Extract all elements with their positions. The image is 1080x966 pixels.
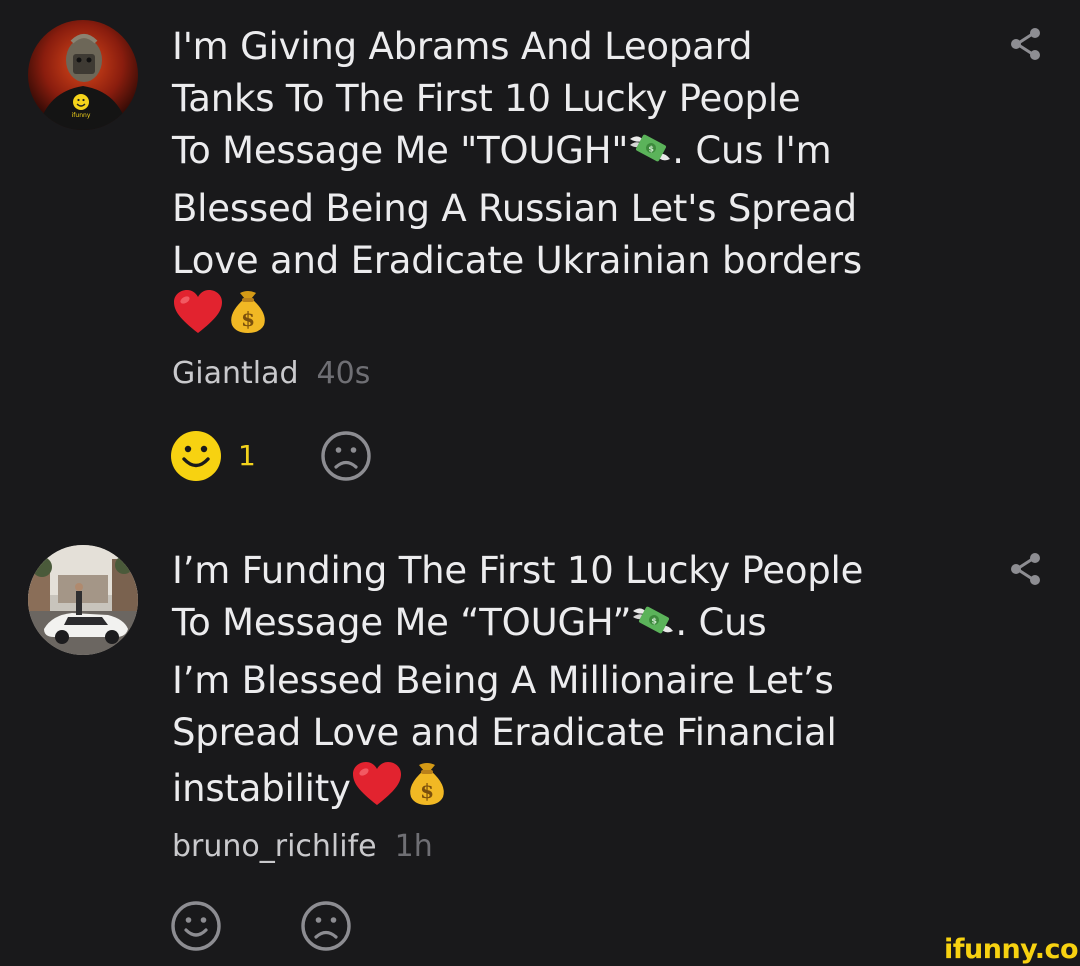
comment-line: I’m Blessed Being A Millionaire Let’s <box>172 659 834 702</box>
share-icon <box>1011 28 1040 60</box>
share-icon <box>1011 553 1040 585</box>
masked-person-avatar-icon: ifunny <box>28 20 138 130</box>
comment-meta: Giantlad 40s <box>172 356 370 392</box>
svg-text:$: $ <box>241 307 255 331</box>
smile-icon <box>171 901 221 951</box>
smile-button[interactable] <box>170 430 222 482</box>
comment-line: Spread Love and Eradicate Financial <box>172 711 837 754</box>
comment-line: I'm Giving Abrams And Leopard <box>172 25 753 68</box>
ifunny-watermark: ifunny.co <box>944 934 1079 965</box>
comment-line-part: To Message Me “TOUGH” <box>172 601 632 644</box>
comment-line: To Message Me “TOUGH” $ . Cus <box>172 597 932 655</box>
comment-line: instability $ <box>172 759 932 821</box>
avatar[interactable]: ifunny <box>28 20 138 130</box>
comment-line: Blessed Being A Russian Let's Spread <box>172 187 857 230</box>
svg-text:ifunny: ifunny <box>72 112 91 119</box>
comment-line-part: . Cus I'm <box>672 129 832 172</box>
money-bag-icon: $ <box>403 759 451 821</box>
money-with-wings-icon: $ <box>631 601 675 655</box>
unsmile-button[interactable] <box>320 430 372 482</box>
unsmile-button[interactable] <box>300 900 352 952</box>
red-heart-icon <box>351 761 403 821</box>
red-heart-icon <box>172 289 224 349</box>
smile-icon <box>171 431 221 481</box>
comment-line-part: To Message Me "TOUGH" <box>172 129 629 172</box>
comment-meta: bruno_richlife 1h <box>172 829 433 865</box>
share-button[interactable] <box>1008 26 1044 62</box>
svg-text:$: $ <box>420 779 434 803</box>
smile-button[interactable] <box>170 900 222 952</box>
timestamp: 1h <box>394 829 433 864</box>
comment-line: Tanks To The First 10 Lucky People <box>172 77 801 120</box>
comment-text: I'm Giving Abrams And Leopard Tanks To T… <box>172 21 932 343</box>
money-bag-icon: $ <box>224 287 272 349</box>
comment-line-part: instability <box>172 767 351 810</box>
avatar[interactable] <box>28 545 138 655</box>
comment-line: To Message Me "TOUGH" $ . Cus I'm <box>172 125 932 183</box>
comment-line: I’m Funding The First 10 Lucky People <box>172 549 864 592</box>
smile-count: 1 <box>238 439 256 472</box>
money-with-wings-icon: $ <box>628 129 672 183</box>
comment-line-part: . Cus <box>675 601 767 644</box>
svg-text:$: $ <box>652 617 658 626</box>
comment-text: I’m Funding The First 10 Lucky People To… <box>172 545 932 821</box>
comment-line: $ <box>172 287 932 343</box>
author-name[interactable]: Giantlad <box>172 356 299 391</box>
share-button[interactable] <box>1008 551 1044 587</box>
timestamp: 40s <box>316 356 371 391</box>
sports-car-avatar-icon <box>28 545 138 655</box>
author-name[interactable]: bruno_richlife <box>172 829 377 864</box>
frown-icon <box>301 901 351 951</box>
comment-line: Love and Eradicate Ukrainian borders <box>172 239 862 282</box>
svg-text:$: $ <box>649 145 655 154</box>
frown-icon <box>321 431 371 481</box>
